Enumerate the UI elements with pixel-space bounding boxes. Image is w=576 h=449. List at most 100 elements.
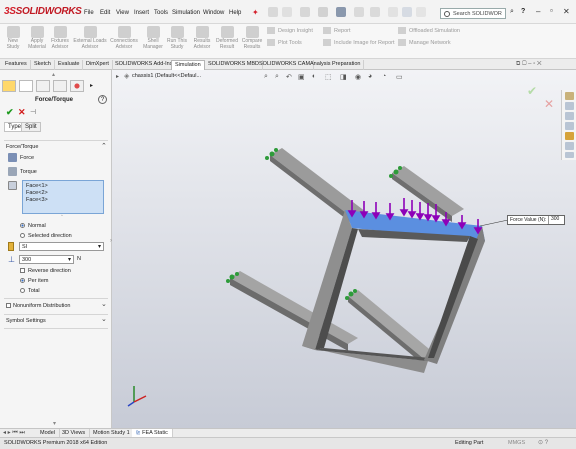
feature-manager-tab[interactable] [2,80,16,92]
external-loads-button[interactable]: External Loads Advisor [73,26,107,50]
design-library-icon[interactable] [565,102,574,110]
new-icon[interactable] [282,7,292,17]
home-icon[interactable] [268,7,278,17]
solidworks-forum-icon[interactable] [565,152,574,158]
reverse-direction-checkbox[interactable] [20,268,25,273]
menu-view[interactable]: View [116,10,129,16]
menu-insert[interactable]: Insert [134,10,149,16]
view-palette-icon[interactable] [565,122,574,130]
help-icon[interactable]: ? [521,8,525,15]
chevron-down-icon[interactable]: ⌄ [101,315,107,323]
configuration-manager-tab[interactable] [36,80,50,92]
offloaded-simulation-button[interactable]: Offloaded Simulation [398,27,460,34]
menu-edit[interactable]: Edit [100,10,110,16]
rebuild-icon[interactable] [388,7,398,17]
search-options-icon[interactable]: ⌕ [510,8,514,16]
pushpin-icon[interactable]: ⊣ [30,108,36,116]
include-image-button[interactable]: Include Image for Report [323,39,395,46]
display-manager-tab[interactable] [70,80,84,92]
resize-handle-icon[interactable]: ◦ [61,213,63,219]
run-study-button[interactable]: Run This Study [166,26,188,50]
torque-option-label[interactable]: Torque [20,169,37,175]
custom-properties-icon[interactable] [565,142,574,150]
force-value-field[interactable]: 300 ▾ [19,255,74,264]
property-manager-tab[interactable] [19,80,33,92]
graphics-area[interactable]: ▸ ◈ chassis1 (Default<<Defaul... ⌕ ⌕ ↶ ▣… [112,70,576,428]
tab-scroll-icon[interactable]: ◂ ▸ ⏮ ⏭ [3,429,25,437]
save-icon[interactable] [318,7,328,17]
tabs-more-icon[interactable]: ▸ [90,82,93,89]
menu-tools[interactable]: Tools [154,10,168,16]
cancel-button[interactable]: ✕ [18,107,26,118]
per-item-radio[interactable] [20,278,25,283]
tab-mbd[interactable]: SOLIDWORKS MBD [205,60,264,70]
file-properties-icon[interactable] [402,7,412,17]
menu-help[interactable]: Help [229,10,241,16]
torque-icon[interactable] [8,167,17,176]
options-icon[interactable] [416,7,426,17]
window-tile-icon[interactable]: ⧉ ▢ – ▫ ✕ [516,61,542,68]
select-icon[interactable] [370,7,380,17]
connections-advisor-button[interactable]: Connections Advisor [108,26,140,50]
symbol-settings-section-header[interactable]: Symbol Settings [6,318,46,324]
tab-evaluate[interactable]: Evaluate [55,60,84,70]
resources-icon[interactable] [565,92,574,100]
chevron-down-icon[interactable]: ⌄ [101,300,107,308]
force-icon[interactable] [8,153,17,162]
menu-window[interactable]: Window [203,10,224,16]
apply-material-button[interactable]: Apply Material [26,26,48,50]
force-option-label[interactable]: Force [20,155,34,161]
nonuniform-section-header[interactable]: Nonuniform Distribution [13,303,70,309]
list-item[interactable]: Face<3> [26,197,100,204]
file-explorer-icon[interactable] [565,112,574,120]
total-radio[interactable] [20,288,25,293]
dimxpert-manager-tab[interactable] [53,80,67,92]
print-icon[interactable] [336,7,346,17]
tab-sketch[interactable]: Sketch [31,60,55,70]
menu-file[interactable]: File [84,10,94,16]
design-insight-button[interactable]: Design Insight [267,27,313,34]
units-select[interactable]: SI ▾ [19,242,104,251]
tab-features[interactable]: Features [2,60,31,70]
tab-addins[interactable]: SOLIDWORKS Add-Ins [112,60,177,70]
chevron-up-icon[interactable]: ⌃ [101,142,107,150]
list-item[interactable]: Face<1> [26,183,100,190]
panel-scroll-down-icon[interactable]: ▾ [53,420,56,427]
menu-simulation[interactable]: Simulation [172,10,200,16]
tab-dimxpert[interactable]: DimXpert [83,60,113,70]
list-item[interactable]: Face<2> [26,190,100,197]
plot-tools-button[interactable]: Plot Tools [267,39,302,46]
fixtures-advisor-button[interactable]: Fixtures Advisor [48,26,72,50]
nonuniform-checkbox[interactable] [6,303,11,308]
force-torque-section-header[interactable]: Force/Torque [6,144,38,150]
undo-icon[interactable] [354,7,364,17]
chassis-model[interactable] [112,70,576,428]
minimize-button[interactable]: – [536,7,540,16]
manage-network-button[interactable]: Manage Network [398,39,451,46]
help-icon[interactable]: ? [98,95,107,104]
pin-menu-icon[interactable]: ✦ [252,8,259,17]
close-button[interactable]: ✕ [563,7,570,16]
open-icon[interactable] [300,7,310,17]
tab-analysis-preparation[interactable]: Analysis Preparation [307,60,365,70]
tab-simulation[interactable]: Simulation [171,60,205,70]
compare-results-button[interactable]: Compare Results [240,26,264,50]
status-help-icon[interactable]: ⊙ ? [538,439,548,446]
report-button[interactable]: Report [323,27,351,34]
shell-manager-button[interactable]: Shell Manager [142,26,164,50]
deformed-result-button[interactable]: Deformed Result [215,26,239,50]
tab-cam[interactable]: SOLIDWORKS CAM [256,60,315,70]
normal-radio[interactable] [20,223,25,228]
callout-value-field[interactable]: 300 [548,216,564,224]
status-units[interactable]: MMGS [508,440,525,446]
results-advisor-button[interactable]: Results Advisor [190,26,214,50]
new-study-button[interactable]: New Study [2,26,24,50]
force-value-callout[interactable]: Force Value (N): 300 [507,215,565,225]
tab-split[interactable]: Split [21,122,41,132]
selected-direction-radio[interactable] [20,233,25,238]
search-input[interactable]: Search SOLIDWOR [440,8,506,19]
restore-button[interactable]: ▫ [550,6,553,15]
face-selection-list[interactable]: Face<1> Face<2> Face<3> [22,180,104,214]
ok-button[interactable]: ✔ [6,107,14,118]
panel-collapse-icon[interactable]: ▴ [52,71,55,78]
